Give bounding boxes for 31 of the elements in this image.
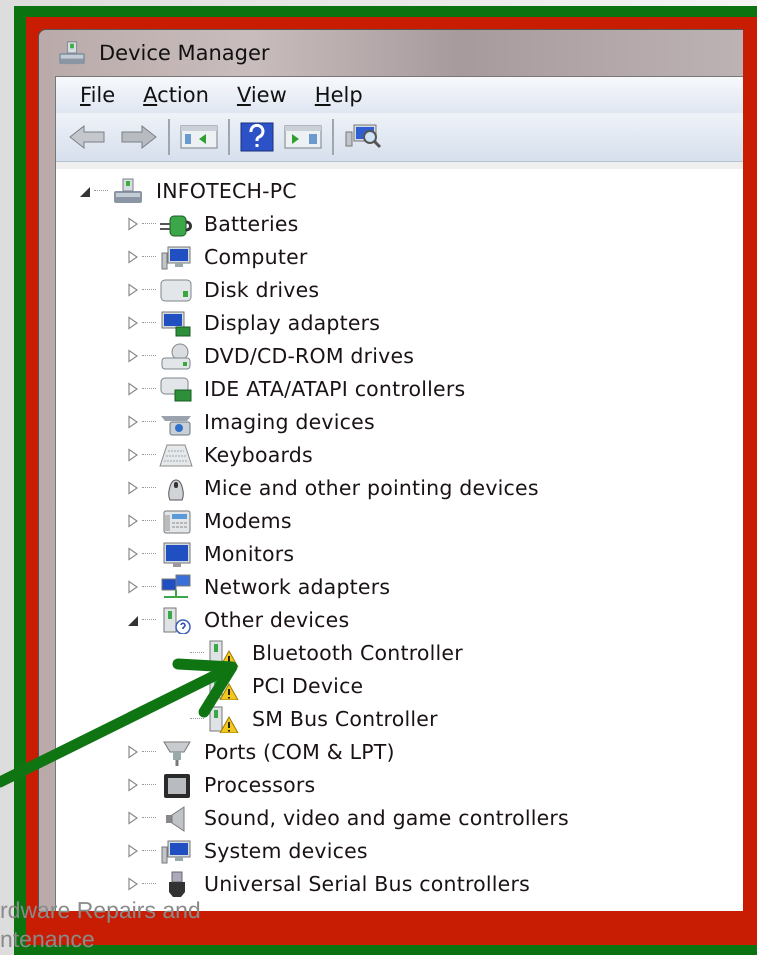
tree-item[interactable]: Modems [204,508,292,532]
tree-item[interactable]: Processors [204,772,316,796]
tree-item[interactable]: INFOTECH-PC [156,178,297,202]
console-tree-icon[interactable] [180,124,218,150]
tree-item[interactable]: Ports (COM & LPT) [204,740,395,764]
menu-item[interactable]: Help [314,83,363,107]
tree-item[interactable]: System devices [204,838,368,862]
help-icon[interactable] [240,122,274,152]
tree-item[interactable]: Bluetooth Controller [252,640,463,664]
tree-item[interactable]: Disk drives [204,278,320,302]
tree-item[interactable]: PCI Device [252,674,364,698]
action-pane-icon[interactable] [284,124,322,150]
controller-icon [158,374,194,402]
tree-item[interactable]: Universal Serial Bus controllers [204,872,530,896]
tree-item[interactable]: Computer [204,244,308,268]
tree-item[interactable]: Other devices [204,608,350,632]
window-title: Device Manager [99,41,270,65]
tree-item[interactable]: Monitors [204,542,294,566]
tree-item[interactable]: Batteries [204,212,299,236]
tree-item[interactable]: IDE ATA/ATAPI controllers [204,376,466,400]
tree-item[interactable]: Sound, video and game controllers [204,806,569,830]
tree-item[interactable]: Mice and other pointing devices [204,476,539,500]
tree-item[interactable]: Imaging devices [204,410,375,434]
tree-item[interactable]: Keyboards [204,442,313,466]
menu-item[interactable]: File [80,83,116,107]
menu-item[interactable]: Action [143,83,209,107]
tree-item[interactable]: DVD/CD-ROM drives [204,344,414,368]
menu-item[interactable]: View [236,83,287,107]
tree-item[interactable]: Network adapters [204,574,390,598]
tree-item[interactable]: Display adapters [204,310,380,334]
tree-item[interactable]: SM Bus Controller [252,706,438,730]
